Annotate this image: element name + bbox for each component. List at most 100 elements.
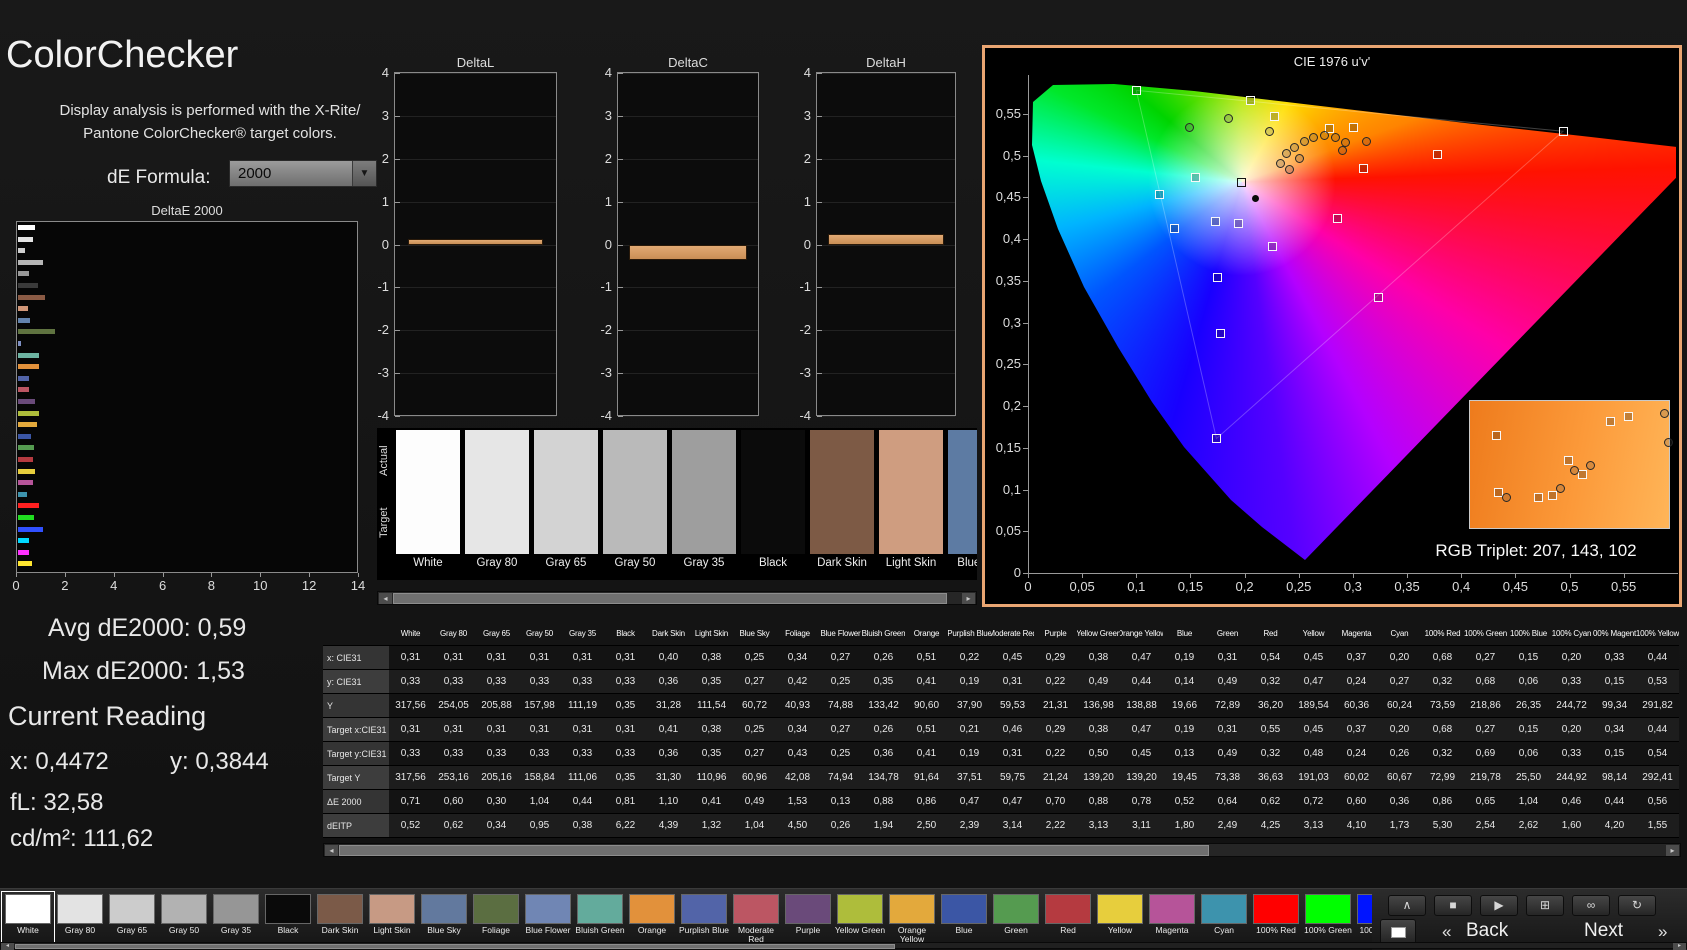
chevron-up-icon[interactable]: ∧ — [1388, 895, 1426, 916]
table-cell: 157,98 — [518, 694, 561, 718]
target-square-marker — [1270, 111, 1280, 121]
toolbar-patch-magenta[interactable]: Magenta — [1146, 892, 1198, 944]
axis-tick — [1569, 573, 1571, 578]
axis-tick — [618, 330, 623, 332]
fullscreen-icon[interactable]: ⊞ — [1526, 895, 1564, 916]
refresh-icon[interactable]: ↻ — [1618, 895, 1656, 916]
stop-icon[interactable]: ■ — [1434, 895, 1472, 916]
table-cell: 0,38 — [561, 814, 604, 838]
toolbar-patch-light-skin[interactable]: Light Skin — [366, 892, 418, 944]
toolbar-patch-black[interactable]: Black — [262, 892, 314, 944]
patch-color — [525, 894, 571, 924]
table-cell: 60,96 — [733, 766, 776, 790]
table-cell: 0,27 — [819, 718, 862, 742]
toolbar-patch-white[interactable]: White — [1, 891, 55, 945]
toolbar-patch-gray-50[interactable]: Gray 50 — [158, 892, 210, 944]
scroll-left-icon[interactable]: ◂ — [379, 593, 392, 604]
chart-deltal: DeltaL 4 3 2 1 0 -1 -2 -3 -4 — [377, 55, 557, 435]
toolbar-patch-gray-65[interactable]: Gray 65 — [106, 892, 158, 944]
axis-tick-label: 4 — [110, 578, 118, 593]
toolbar-patch-yellow[interactable]: Yellow — [1094, 892, 1146, 944]
axis-tick-label: -1 — [799, 279, 811, 295]
axis-tick-label: 3 — [604, 107, 612, 123]
axis-tick — [395, 244, 400, 246]
chart-title: DeltaH — [866, 55, 906, 70]
table-cell: 205,16 — [475, 766, 518, 790]
column-header-gray-65: Gray 65 — [475, 622, 518, 646]
table-cell: 0,62 — [1249, 790, 1292, 814]
toolbar-patch-gray-35[interactable]: Gray 35 — [210, 892, 262, 944]
table-cell: 0,31 — [475, 646, 518, 670]
deltae-bar — [18, 306, 28, 312]
axis-tick — [618, 416, 623, 417]
toolbar-patch-orange-yellow[interactable]: Orange Yellow — [886, 892, 938, 944]
axis-tick-label: 0,5 — [1002, 147, 1021, 163]
control-icon-row: ∧ ■ ▶ ⊞ ∞ ↻ — [1388, 895, 1656, 916]
table-row-e-2000: ΔE 2000 0,71 0,60 0,30 1,04 0,44 0,81 1,10 0,41 0… — [323, 790, 1681, 814]
table-cell: 0,55 — [1249, 718, 1292, 742]
table-cell: 0,31 — [389, 718, 432, 742]
toolbar-patch-purplish-blue[interactable]: Purplish Blue — [678, 892, 730, 944]
toolbar-patch-gray-80[interactable]: Gray 80 — [54, 892, 106, 944]
deltae-bar — [18, 329, 56, 335]
target-square-marker — [1216, 328, 1226, 338]
axis-tick — [395, 287, 400, 289]
de-formula-dropdown[interactable]: 2000 ▼ — [229, 160, 377, 187]
toolbar-patch-100-green[interactable]: 100% Green — [1302, 892, 1354, 944]
strip-scrollbar-thumb[interactable] — [393, 593, 947, 604]
gridline — [395, 73, 556, 74]
toolbar-patch-yellow-green[interactable]: Yellow Green — [834, 892, 886, 944]
axis-tick-label: 3 — [381, 107, 389, 123]
nav-prev-icon[interactable]: « — [1442, 922, 1451, 942]
avg-de2000-value: Avg dE2000: 0,59 — [48, 614, 247, 642]
gridline — [618, 330, 758, 332]
next-button[interactable]: Next — [1584, 920, 1623, 942]
scroll-left-icon[interactable]: ◂ — [325, 845, 338, 856]
axis-tick-label: 4 — [381, 65, 389, 80]
toolbar-patch-100-red[interactable]: 100% Red — [1250, 892, 1302, 944]
axis-tick-label: 1 — [381, 193, 389, 209]
max-de2000-value: Max dE2000: 1,53 — [42, 657, 245, 685]
back-button[interactable]: Back — [1466, 920, 1508, 942]
toolbar-patch-red[interactable]: Red — [1042, 892, 1094, 944]
inset-square-marker — [1606, 417, 1616, 427]
toolbar-patch-purple[interactable]: Purple — [782, 892, 834, 944]
toolbar-patch-bluish-green[interactable]: Bluish Green — [574, 892, 626, 944]
toolbar-patch-moderate-red[interactable]: Moderate Red — [730, 892, 782, 944]
patch-column-white: White — [396, 430, 460, 569]
table-cell: 292,41 — [1636, 766, 1679, 790]
toolbar-patch-blue[interactable]: Blue — [938, 892, 990, 944]
toolbar-patch-orange[interactable]: Orange — [626, 892, 678, 944]
toolbar-patch-blue-sky[interactable]: Blue Sky — [418, 892, 470, 944]
cie-1976-diagram-panel: CIE 1976 u'v' 0 0,05 0,1 0,15 0,2 0,25 0,3 0,35… — [982, 45, 1682, 607]
actual-swatch — [810, 430, 874, 492]
toolbar-patch-cyan[interactable]: Cyan — [1198, 892, 1250, 944]
patch-color — [941, 894, 987, 924]
scroll-right-icon[interactable]: ▸ — [962, 593, 975, 604]
gridline — [395, 115, 556, 117]
toolbar-patch-green[interactable]: Green — [990, 892, 1042, 944]
axis-tick-label: -3 — [377, 365, 389, 381]
loop-icon[interactable]: ∞ — [1572, 895, 1610, 916]
table-cell: 0,41 — [690, 790, 733, 814]
deltae-bar — [18, 364, 39, 370]
target-swatch — [879, 492, 943, 554]
table-scrollbar-thumb[interactable] — [339, 845, 1209, 856]
gridline — [618, 287, 758, 289]
axis-tick — [1023, 155, 1028, 157]
table-cell: 2,22 — [1034, 814, 1077, 838]
table-cell: 0,65 — [1464, 790, 1507, 814]
table-cell: 60,72 — [733, 694, 776, 718]
row-label-cell: dEITP — [323, 814, 389, 838]
nav-next-icon[interactable]: » — [1658, 922, 1667, 942]
scroll-right-icon[interactable]: ▸ — [1666, 845, 1679, 856]
toolbar-patch-blue-flower[interactable]: Blue Flower — [522, 892, 574, 944]
table-cell: 3,13 — [1292, 814, 1335, 838]
play-icon[interactable]: ▶ — [1480, 895, 1518, 916]
toolbar-patch-dark-skin[interactable]: Dark Skin — [314, 892, 366, 944]
page-scrollbar-thumb[interactable] — [15, 944, 895, 949]
toolbar-patch-foliage[interactable]: Foliage — [470, 892, 522, 944]
table-cell: 139,20 — [1120, 766, 1163, 790]
table-cell: 0,32 — [1421, 742, 1464, 766]
target-row-label: Target — [378, 507, 390, 539]
